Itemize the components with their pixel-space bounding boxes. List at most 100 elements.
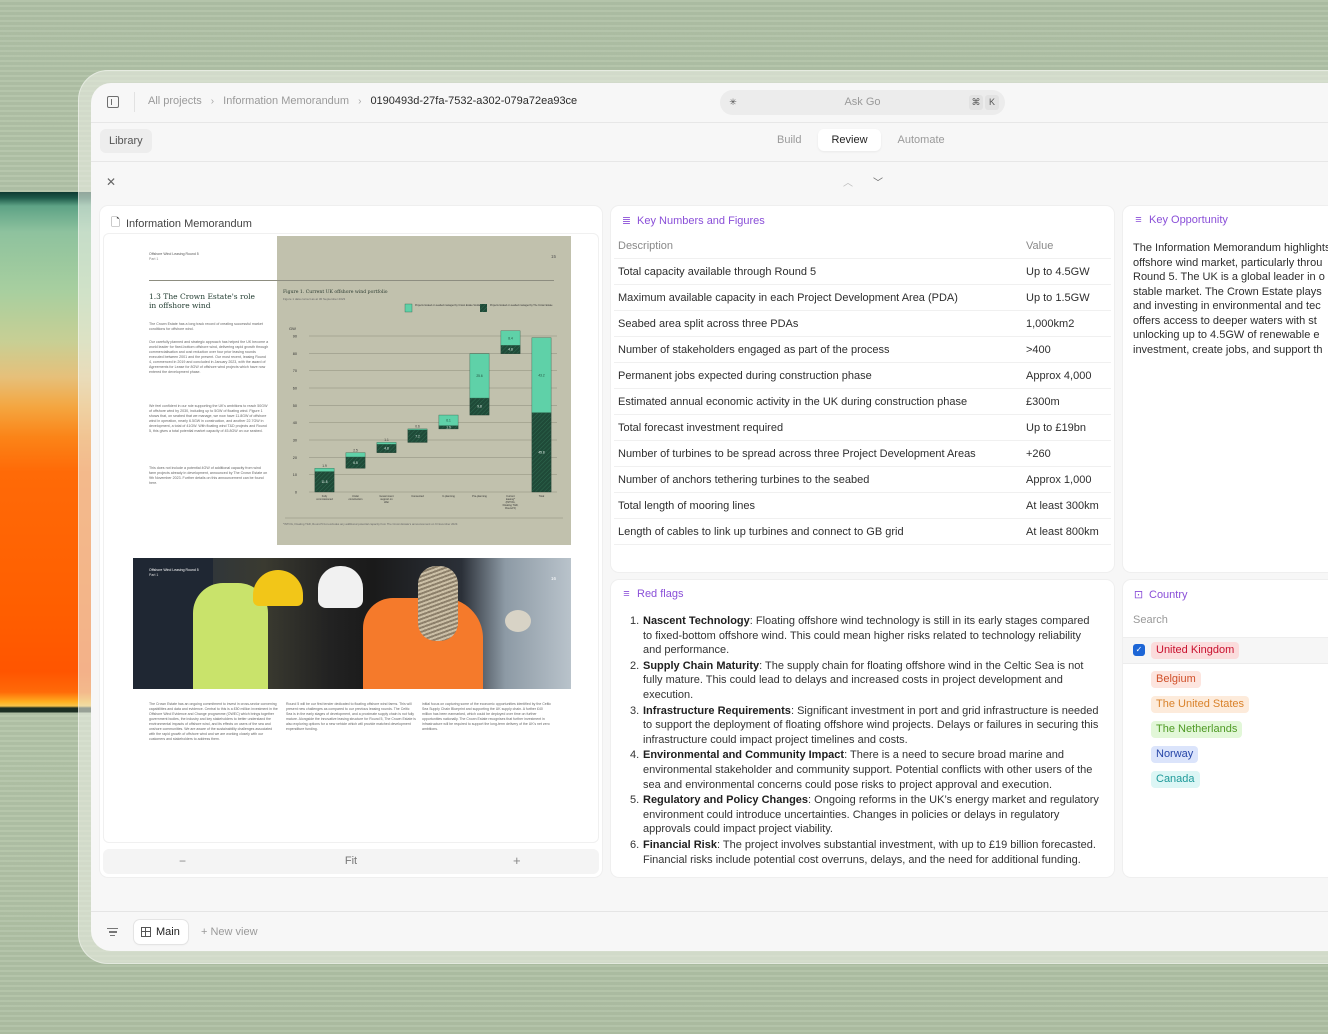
text-line: offers access to deeper waters with st xyxy=(1133,314,1317,327)
close-icon[interactable]: ✕ xyxy=(106,175,116,189)
red-flags-title: ≡ Red flags xyxy=(621,588,683,600)
country-title: ⊡ Country xyxy=(1133,588,1188,602)
table-row[interactable]: Permanent jobs expected during construct… xyxy=(614,363,1111,389)
list-number: 3. xyxy=(630,704,640,717)
cell-description: Maximum available capacity in each Proje… xyxy=(618,292,958,304)
x-tick-label-line: construction xyxy=(349,497,364,501)
y-tick-label: 30 xyxy=(293,439,297,443)
table-header-row: Description Value xyxy=(614,233,1111,259)
tab-automate[interactable]: Automate xyxy=(885,129,958,151)
library-button[interactable]: Library xyxy=(100,129,152,153)
cell-description: Length of cables to link up turbines and… xyxy=(618,526,904,538)
page-heading: 1.3 The Crown Estate's role in offshore … xyxy=(149,292,255,310)
document-icon: 🗋 xyxy=(111,217,120,229)
database-icon: ≣ xyxy=(621,215,632,227)
data-label-scotland: 8.4 xyxy=(508,336,513,340)
list-number: 5. xyxy=(630,794,640,807)
cell-value: At least 800km xyxy=(1026,526,1099,538)
list-number: 1. xyxy=(630,615,640,627)
data-label-crown-estate: 11.8 xyxy=(322,480,328,484)
x-tick-label: Consented xyxy=(411,494,424,498)
data-label-scotland: 0.6 xyxy=(415,425,420,429)
table-row[interactable]: Total length of mooring lines At least 30… xyxy=(614,493,1111,519)
cell-value: Approx 1,000 xyxy=(1026,474,1092,486)
page-column: Round 5 will be our first tender dedicat… xyxy=(286,702,416,731)
text-lines-icon: ≡ xyxy=(1135,214,1142,226)
x-tick-label-line: In planning xyxy=(442,494,455,498)
page-paragraph: This does not include a potential 4GW of… xyxy=(149,466,268,485)
key-numbers-panel: ≣ Key Numbers and Figures Description Va… xyxy=(611,206,1114,572)
breadcrumb-information-memorandum[interactable]: Information Memorandum xyxy=(223,95,349,107)
table-row[interactable]: Maximum available capacity in each Proje… xyxy=(614,285,1111,311)
filter-icon[interactable] xyxy=(107,928,118,938)
table-row[interactable]: Number of stakeholders engaged as part o… xyxy=(614,337,1111,363)
y-tick-label: 60 xyxy=(293,387,297,391)
table-row[interactable]: Total forecast investment required Up to … xyxy=(614,415,1111,441)
country-option-tag[interactable]: Canada xyxy=(1151,771,1200,788)
cell-value: >400 xyxy=(1026,344,1051,356)
cell-value: 1,000km2 xyxy=(1026,318,1075,330)
page-column: The Crown Estate has an ongoing commitme… xyxy=(149,702,278,741)
chevron-up-icon[interactable]: ︿ xyxy=(843,174,853,189)
zoom-fit-button[interactable]: Fit xyxy=(103,855,599,867)
y-tick-label: 80 xyxy=(293,352,297,356)
data-label-crown-estate: 7.2 xyxy=(415,434,420,438)
text-line: and investing in environmental and tec xyxy=(1133,300,1321,312)
country-search-input[interactable]: Search xyxy=(1133,614,1168,626)
country-option-tag[interactable]: The United States xyxy=(1151,696,1250,713)
document-viewer-panel: 🗋 Information Memorandum Offshore Wind L… xyxy=(100,206,602,877)
photo-shape xyxy=(318,566,363,608)
red-flag-item: 6. Financial Risk: The project involves s… xyxy=(621,838,1101,867)
ask-go-search[interactable]: ✳ Ask Go ⌘ K xyxy=(720,90,1005,115)
cell-value: £300m xyxy=(1026,396,1060,408)
page-column: initial focus on capturing some of the e… xyxy=(422,702,551,731)
legend-swatch-crown-estate xyxy=(480,304,487,312)
document-pages[interactable]: Offshore Wind Leasing Round 5 Part 1 15 … xyxy=(103,233,599,843)
table-row[interactable]: Total capacity available through Round 5… xyxy=(614,259,1111,285)
chevron-down-icon[interactable]: ﹀ xyxy=(873,174,883,189)
new-view-button[interactable]: + New view xyxy=(201,926,258,938)
cell-description: Number of stakeholders engaged as part o… xyxy=(618,344,890,356)
view-tab-main[interactable]: Main xyxy=(134,920,188,944)
view-tab-label: Main xyxy=(156,926,180,938)
page-number: 16 xyxy=(551,576,557,581)
tab-review[interactable]: Review xyxy=(818,129,881,151)
country-option-tag[interactable]: United Kingdom xyxy=(1151,642,1240,659)
country-option-tag[interactable]: Norway xyxy=(1151,746,1199,763)
table-row[interactable]: Seabed area split across three PDAs 1,000… xyxy=(614,311,1111,337)
page-number: 15 xyxy=(551,254,557,259)
tab-build[interactable]: Build xyxy=(764,129,814,151)
list-number: 6. xyxy=(630,838,640,851)
country-option-tag[interactable]: The Netherlands xyxy=(1151,721,1243,738)
key-opportunity-panel: ≡ Key Opportunity The Information Memora… xyxy=(1123,206,1328,572)
country-option-tag[interactable]: Belgium xyxy=(1151,671,1201,688)
data-label-crown-estate: 6.5 xyxy=(353,461,358,465)
legend-swatch-scotland xyxy=(404,303,413,313)
cell-description: Number of turbines to be spread across t… xyxy=(618,448,976,460)
checkbox-checked-icon[interactable]: ✓ xyxy=(1133,644,1145,656)
table-row[interactable]: Length of cables to link up turbines and… xyxy=(614,519,1111,545)
data-label-scotland: 43.2 xyxy=(538,373,544,377)
mode-bar: Library Build Review Automate xyxy=(91,123,1328,162)
list-number: 2. xyxy=(630,659,640,672)
breadcrumb-all-projects[interactable]: All projects xyxy=(148,95,202,107)
cell-description: Seabed area split across three PDAs xyxy=(618,318,799,330)
key-numbers-title-text: Key Numbers and Figures xyxy=(637,214,765,227)
bar-scotland xyxy=(345,452,366,458)
table-row[interactable]: Number of turbines to be spread across t… xyxy=(614,441,1111,467)
red-flag-title: Financial Risk xyxy=(643,838,717,851)
red-flags-panel: ≡ Red flags 1. Nascent Technology: Floati… xyxy=(611,580,1114,877)
table-row[interactable]: Number of anchors tethering turbines to … xyxy=(614,467,1111,493)
column-header-value: Value xyxy=(1026,240,1054,252)
zoom-in-button[interactable]: + xyxy=(513,853,521,868)
breadcrumb: All projects › Information Memorandum › … xyxy=(148,95,577,107)
x-tick-label-line: Pre-planning xyxy=(472,494,487,498)
cell-description: Total capacity available through Round 5 xyxy=(618,266,817,278)
app-window: All projects › Information Memorandum › … xyxy=(91,83,1328,951)
sidebar-toggle-icon[interactable] xyxy=(107,96,119,108)
document-panel-title: 🗋 Information Memorandum xyxy=(110,214,252,233)
table-row[interactable]: Estimated annual economic activity in th… xyxy=(614,389,1111,415)
column-header-description: Description xyxy=(618,240,674,252)
text-line: offshore wind market, particularly throu xyxy=(1133,256,1323,269)
x-tick-label-line: Consented xyxy=(411,494,424,498)
